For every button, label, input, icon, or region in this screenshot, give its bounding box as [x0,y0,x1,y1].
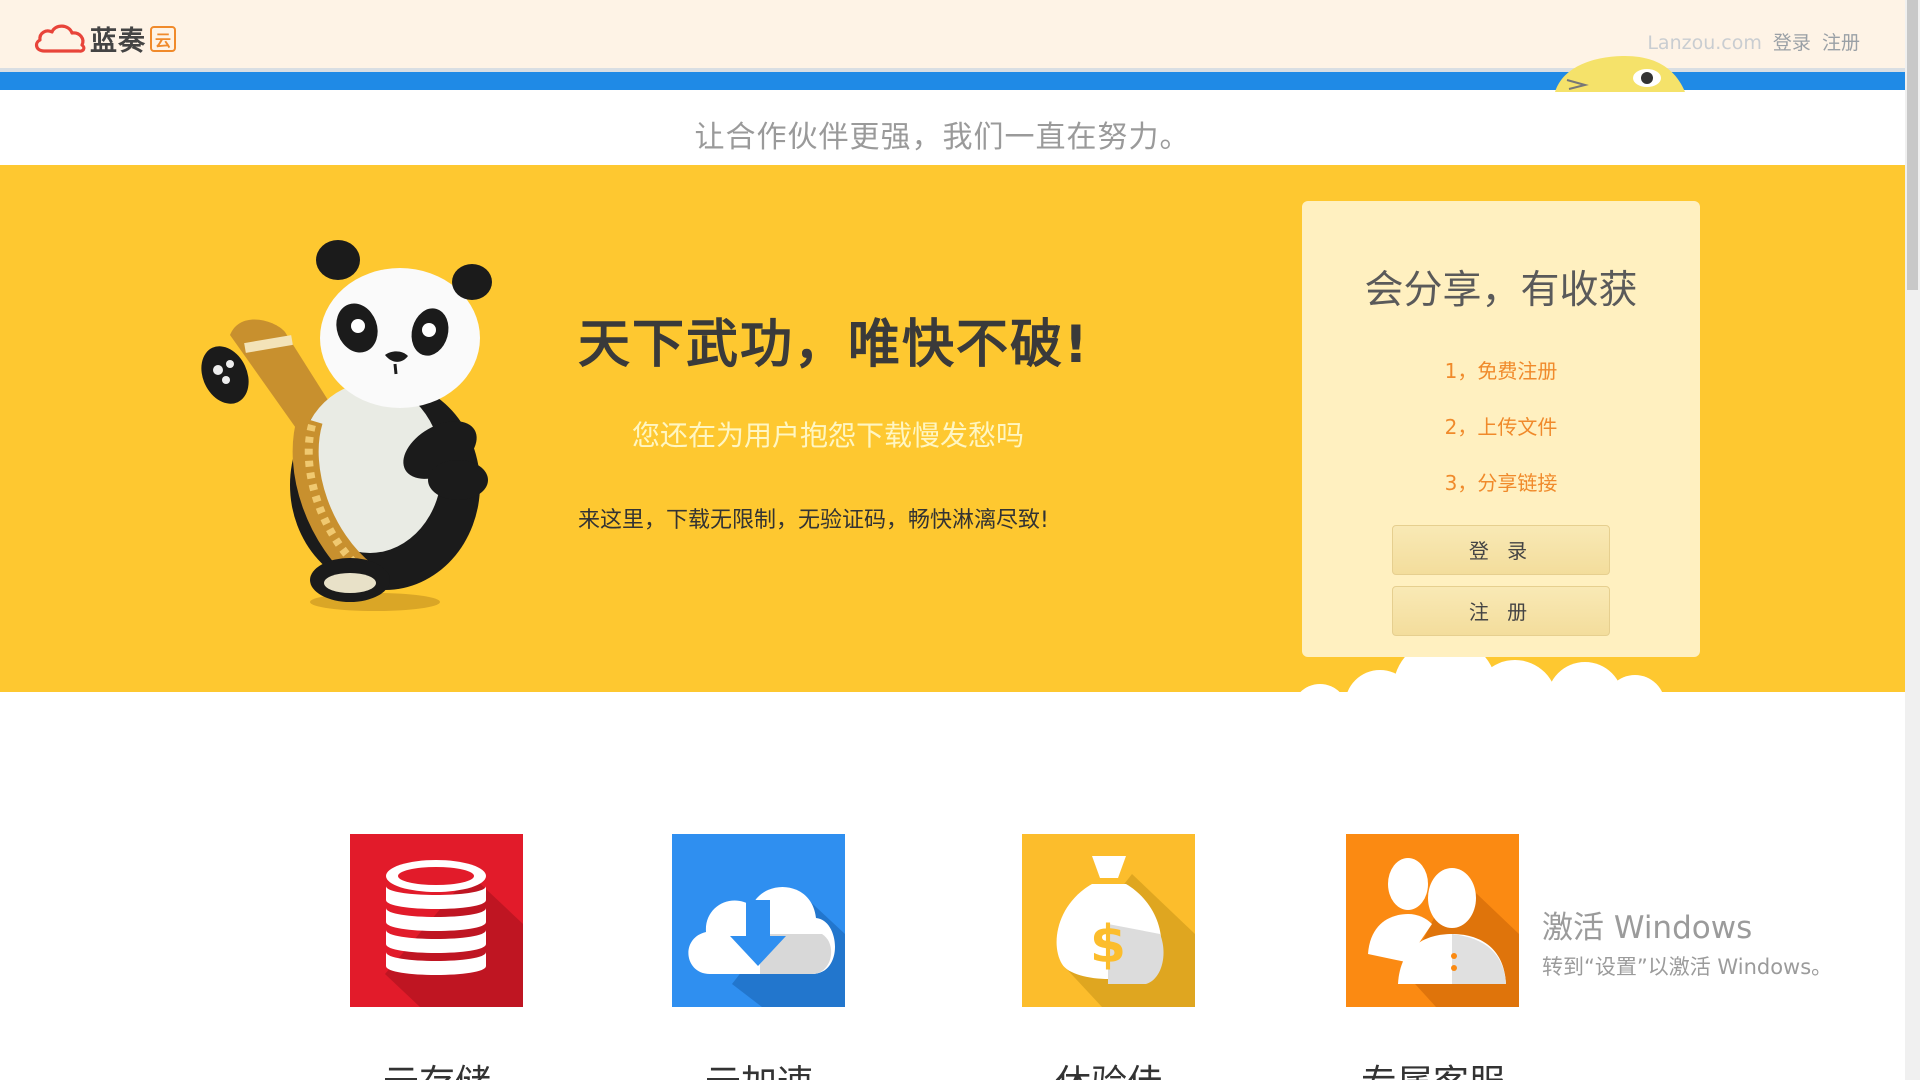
users-icon [1346,834,1519,1007]
svg-text:$: $ [1090,915,1126,975]
feature-label: 云加速 [629,1054,889,1080]
site-logo[interactable]: 蓝奏 云 [32,19,176,58]
activation-subtitle: 转到“设置”以激活 Windows。 [1542,955,1833,979]
kungfu-panda-illustration [201,240,492,611]
login-link[interactable]: 登录 [1773,32,1811,54]
money-bag-icon: $ [1022,834,1195,1007]
cloud-download-icon [672,834,845,1007]
register-link[interactable]: 注册 [1822,32,1860,54]
domain-text: Lanzou.com [1647,32,1762,54]
feature-customer-service[interactable]: 专属客服 [1346,834,1519,1080]
feature-label: 云存储 [307,1054,567,1080]
top-links: Lanzou.com 登录 注册 [1647,28,1860,55]
hero-subtitle: 您还在为用户抱怨下载慢发愁吗 [632,419,1025,452]
tagline: 让合作伙伴更强，我们一直在努力。 [694,120,1191,155]
logo-badge: 云 [150,25,176,52]
activation-title: 激活 Windows [1542,910,1753,946]
card-register-button[interactable]: 注 册 [1392,586,1610,636]
logo-text: 蓝奏 [90,26,146,57]
card-steps: 1，免费注册 2，上传文件 3，分享链接 [1302,343,1700,511]
hero-title: 天下武功，唯快不破! [578,315,1090,375]
database-icon [350,834,523,1007]
mascot-peek-icon [1555,56,1685,92]
card-title: 会分享，有收获 [1364,268,1638,313]
feature-cloud-storage[interactable]: 云存储 [350,834,523,1080]
feature-cloud-acceleration[interactable]: 云加速 [672,834,845,1080]
windows-activation-watermark: 激活 Windows 转到“设置”以激活 Windows。 [1542,902,1832,981]
scrollbar-thumb[interactable] [1907,0,1918,290]
feature-label: 休验佳 [979,1054,1239,1080]
feature-experience[interactable]: $ 休验佳 [1022,834,1195,1080]
hero-description: 来这里，下载无限制，无验证码，畅快淋漓尽致! [578,508,1049,533]
card-login-button[interactable]: 登 录 [1392,525,1610,575]
cloud-logo-icon [34,24,86,53]
feature-label: 专属客服 [1303,1054,1563,1080]
card-step-share: 3，分享链接 [1444,471,1558,495]
card-step-register: 1，免费注册 [1444,359,1558,383]
card-step-upload: 2，上传文件 [1444,415,1558,439]
page: 蓝奏 云 Lanzou.com 登录 注册 让合作伙伴更强，我们一直在努力。 天… [0,0,1905,1080]
vertical-scrollbar[interactable] [1905,0,1920,1080]
signup-card: 会分享，有收获 1，免费注册 2，上传文件 3，分享链接 登 录 注 册 [1302,201,1700,657]
